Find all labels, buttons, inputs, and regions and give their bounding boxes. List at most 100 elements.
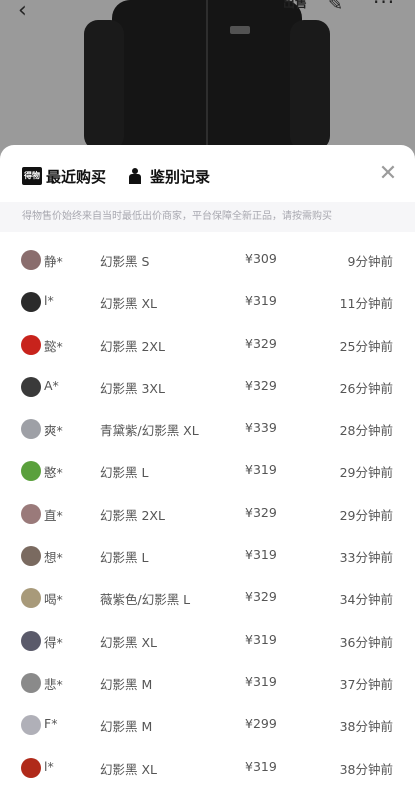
purchase-time: 28分钟前 [339,423,393,439]
avatar [21,588,41,609]
product-spec: 幻影黑 L [100,465,149,481]
buyer-name: l* [44,293,54,309]
purchase-row: 悲* 幻影黑 M ¥319 37分钟前 [0,662,415,704]
purchase-time: 9分钟前 [347,254,393,269]
purchase-row: 静* 幻影黑 S ¥309 9分钟前 [0,239,415,281]
tab-auth-label: 鉴别记录 [150,167,211,186]
avatar [21,461,41,482]
avatar [21,630,41,651]
purchase-time: 29分钟前 [339,507,393,523]
purchase-row: l* 幻影黑 XL ¥319 11分钟前 [0,281,415,323]
purchase-row: 爽* 青黛紫/幻影黑 XL ¥339 28分钟前 [0,408,415,450]
back-icon[interactable]: ‹ [18,0,27,23]
tab-recent-purchases[interactable]: 得物 最近购买 [22,166,106,186]
purchase-price: ¥329 [245,335,277,351]
avatar [21,672,41,693]
product-spec: 幻影黑 M [100,719,153,735]
avatar [21,715,41,736]
purchase-records-sheet: 得物 最近购买 鉴别记录 ✕ 得物售价始终来自当时最低出价商家，平台保障全新正品… [0,145,415,800]
purchase-price: ¥319 [245,547,277,563]
price-notice: 得物售价始终来自当时最低出价商家，平台保障全新正品，请按需购买 [0,202,415,232]
purchase-time: 11分钟前 [339,296,393,312]
purchase-time: 33分钟前 [339,550,393,566]
top-nav-bar: ‹ 出售 ✎ ··· [0,0,415,23]
product-spec: 幻影黑 S [100,254,150,269]
product-spec: 幻影黑 XL [100,634,158,650]
buyer-name: 想* [44,550,63,566]
jacket-sleeve-left [84,20,124,150]
buyer-name: 悲* [44,676,63,692]
purchase-row: 得* 幻影黑 XL ¥319 36分钟前 [0,620,415,662]
purchase-time: 36分钟前 [339,634,393,650]
purchase-row: 想* 幻影黑 L ¥319 33分钟前 [0,535,415,577]
product-spec: 幻影黑 M [100,676,153,692]
purchase-row: 直* 幻影黑 2XL ¥329 29分钟前 [0,493,415,535]
product-spec: 幻影黑 XL [100,761,158,777]
person-icon [128,168,142,184]
product-spec: 幻影黑 2XL [100,338,165,354]
buyer-name: l* [44,758,54,774]
purchase-row: A* 幻影黑 3XL ¥329 26分钟前 [0,366,415,408]
purchase-time: 38分钟前 [339,719,393,735]
more-icon[interactable]: ··· [373,0,395,14]
jacket-zipper [206,0,208,150]
product-spec: 幻影黑 2XL [100,507,165,523]
purchase-price: ¥329 [245,589,277,605]
edit-icon[interactable]: ✎ [328,0,343,15]
product-spec: 薇紫色/幻影黑 L [100,592,191,608]
purchase-price: ¥319 [245,758,277,774]
purchase-price: ¥319 [245,462,277,478]
buyer-name: 得* [44,634,63,650]
avatar [21,334,41,355]
buyer-name: 喝* [44,592,63,608]
avatar [21,376,41,397]
purchase-time: 26分钟前 [339,380,393,396]
jacket-logo [230,26,250,34]
purchase-row: 懿* 幻影黑 2XL ¥329 25分钟前 [0,324,415,366]
purchase-row: F* 幻影黑 M ¥299 38分钟前 [0,704,415,746]
purchase-list: 静* 幻影黑 S ¥309 9分钟前 l* 幻影黑 XL ¥319 11分钟前懿* 幻影黑 2X… [0,239,415,789]
purchase-time: 38分钟前 [339,761,393,777]
product-image [0,0,415,150]
purchase-time: 34分钟前 [339,592,393,608]
product-spec: 幻影黑 3XL [100,380,165,396]
purchase-price: ¥319 [245,673,277,689]
buyer-name: 爽* [44,423,63,439]
buyer-name: 静* [44,254,63,269]
purchase-time: 37分钟前 [339,676,393,692]
purchase-price: ¥339 [245,420,277,436]
buyer-name: F* [44,716,58,732]
purchase-row: 喝* 薇紫色/幻影黑 L ¥329 34分钟前 [0,577,415,619]
purchase-time: 29分钟前 [339,465,393,481]
avatar [21,546,41,567]
buyer-name: 懿* [44,338,63,354]
purchase-time: 25分钟前 [339,338,393,354]
product-spec: 幻影黑 L [100,550,149,566]
buyer-name: A* [44,377,59,393]
purchase-price: ¥319 [245,293,277,309]
jacket-image [84,0,330,150]
product-spec: 青黛紫/幻影黑 XL [100,423,199,439]
purchase-price: ¥309 [245,251,277,266]
tab-authentication-records[interactable]: 鉴别记录 [128,166,210,186]
close-icon[interactable]: ✕ [377,163,399,185]
tab-recent-label: 最近购买 [46,167,107,186]
avatar [21,292,41,313]
purchase-price: ¥329 [245,504,277,520]
product-spec: 幻影黑 XL [100,296,158,312]
jacket-sleeve-right [290,20,330,150]
avatar [21,757,41,778]
buyer-name: 憨* [44,465,63,481]
purchase-price: ¥299 [245,716,277,732]
avatar [21,503,41,524]
sell-button[interactable]: 出售 [283,0,307,11]
purchase-row: 憨* 幻影黑 L ¥319 29分钟前 [0,450,415,492]
buyer-name: 直* [44,507,63,523]
avatar [21,419,41,440]
purchase-price: ¥329 [245,377,277,393]
avatar [21,250,41,270]
purchase-row: l* 幻影黑 XL ¥319 38分钟前 [0,747,415,789]
purchase-price: ¥319 [245,631,277,647]
brand-logo-icon: 得物 [22,167,42,185]
sheet-tabs: 得物 最近购买 鉴别记录 ✕ [0,145,415,205]
